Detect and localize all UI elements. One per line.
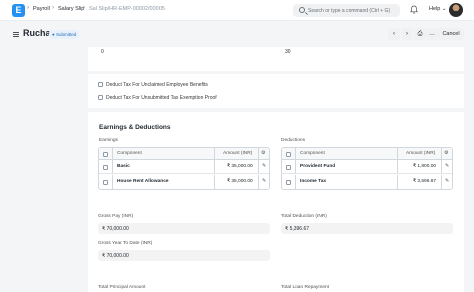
app-logo[interactable]: E [12, 4, 25, 17]
chevron-right-icon: › [83, 5, 85, 11]
summary-card: 0 30 [88, 47, 464, 71]
search-placeholder: Search or type a command (Ctrl + G) [308, 8, 391, 14]
gross-ytd-value: ₹ 70,000.00 [102, 253, 129, 259]
tax-options-card: Deduct Tax For Unclaimed Employee Benefi… [88, 74, 464, 108]
chevron-left-icon: ‹ [393, 31, 395, 37]
settings-icon[interactable]: ⚙ [444, 148, 448, 159]
row-amount: ₹ 1,800.00 [413, 164, 437, 169]
cancel-button[interactable]: Cancel [438, 28, 464, 40]
gross-ytd-label: Gross Year To Date (INR) [98, 241, 153, 246]
row-amount: ₹ 35,000.00 [227, 164, 253, 169]
printer-icon: ⎙ [417, 31, 423, 37]
row-component: Basic [117, 164, 130, 169]
page-title: Rucha [23, 28, 51, 38]
next-doc-button[interactable]: › [401, 28, 413, 40]
gross-ytd-field[interactable]: ₹ 70,000.00 [98, 250, 270, 261]
help-label: Help [429, 6, 441, 12]
prev-doc-button[interactable]: ‹ [388, 28, 400, 40]
deductions-table: Component Amount (INR) ⚙ Provident Fund … [281, 147, 453, 190]
gross-pay-field[interactable]: ₹ 70,000.00 [98, 223, 270, 234]
row-component: Income Tax [300, 179, 327, 184]
breadcrumb-salary-slip[interactable]: Salary Slip [58, 6, 84, 12]
search-icon [299, 7, 305, 13]
col-component: Component [117, 151, 142, 156]
top-right-value: 30 [285, 49, 291, 55]
chevron-right-icon: › [406, 31, 408, 37]
gross-pay-label: Gross Pay (INR) [98, 214, 134, 219]
chevron-down-icon: ⌄ [441, 6, 447, 12]
more-icon: … [429, 31, 435, 37]
select-all-checkbox[interactable] [286, 151, 291, 157]
table-row[interactable]: Provident Fund ₹ 1,800.00 ✎ [282, 160, 452, 174]
select-all-checkbox[interactable] [103, 151, 108, 157]
status-text: Submitted [55, 32, 77, 37]
col-amount: Amount (INR) [223, 151, 253, 156]
row-component: House Rent Allowance [117, 179, 169, 184]
total-deduction-field[interactable]: ₹ 5,396.67 [281, 223, 453, 234]
deductions-label: Deductions [281, 138, 305, 143]
top-left-value: 0 [101, 49, 104, 55]
table-row[interactable]: Income Tax ₹ 3,596.67 ✎ [282, 175, 452, 189]
earnings-table: Component Amount (INR) ⚙ Basic ₹ 35,000.… [98, 147, 270, 190]
breadcrumb-payroll[interactable]: Payroll [33, 6, 50, 12]
deduct-tax-unsubmitted-label: Deduct Tax For Unsubmitted Tax Exemption… [106, 95, 217, 101]
status-badge: ● Submitted [49, 30, 80, 39]
earnings-deductions-card [88, 112, 464, 292]
more-options-button[interactable]: … [426, 28, 438, 40]
search-bar[interactable]: Search or type a command (Ctrl + G) [293, 4, 400, 17]
col-amount: Amount (INR) [406, 151, 436, 156]
print-button[interactable]: ⎙ [414, 28, 426, 40]
total-loan-label: Total Loan Repayment [281, 285, 329, 290]
navbar: E › Payroll › Salary Slip › Sal Slip/HR-… [0, 0, 474, 21]
bell-icon[interactable] [410, 5, 418, 14]
gross-pay-value: ₹ 70,000.00 [102, 226, 129, 232]
edit-icon[interactable]: ✎ [262, 175, 266, 189]
avatar[interactable] [449, 3, 463, 17]
total-deduction-label: Total Deduction (INR) [281, 214, 327, 219]
section-title: Earnings & Deductions [99, 124, 171, 131]
total-deduction-value: ₹ 5,396.67 [285, 226, 310, 232]
row-component: Provident Fund [300, 164, 336, 169]
total-principal-label: Total Principal Amount [98, 285, 146, 290]
edit-icon[interactable]: ✎ [445, 175, 449, 189]
row-checkbox[interactable] [103, 179, 108, 185]
settings-icon[interactable]: ⚙ [261, 148, 265, 159]
table-row[interactable]: House Rent Allowance ₹ 35,000.00 ✎ [99, 175, 269, 189]
row-amount: ₹ 3,596.67 [413, 179, 437, 184]
chevron-right-icon: › [27, 5, 29, 11]
page-head: Rucha ● Submitted ‹ › ⎙ … Cancel [0, 22, 474, 47]
col-component: Component [300, 151, 325, 156]
deduct-tax-unclaimed-label: Deduct Tax For Unclaimed Employee Benefi… [106, 82, 208, 88]
deduct-tax-unsubmitted-checkbox[interactable] [98, 95, 103, 100]
row-checkbox[interactable] [286, 164, 291, 170]
chevron-right-icon: › [52, 5, 54, 11]
row-checkbox[interactable] [286, 179, 291, 185]
edit-icon[interactable]: ✎ [445, 160, 449, 173]
table-row[interactable]: Basic ₹ 35,000.00 ✎ [99, 160, 269, 174]
edit-icon[interactable]: ✎ [262, 160, 266, 173]
row-amount: ₹ 35,000.00 [227, 179, 253, 184]
row-checkbox[interactable] [103, 164, 108, 170]
help-menu[interactable]: Help ⌄ [429, 6, 446, 12]
breadcrumb-current[interactable]: Sal Slip/HR-EMP-00002/00005 [89, 6, 165, 12]
earnings-label: Earnings [99, 138, 118, 143]
table-header: Component Amount (INR) ⚙ [282, 148, 452, 160]
deduct-tax-unclaimed-checkbox[interactable] [98, 82, 103, 87]
table-header: Component Amount (INR) ⚙ [99, 148, 269, 160]
sidebar-toggle-icon[interactable] [13, 32, 19, 37]
